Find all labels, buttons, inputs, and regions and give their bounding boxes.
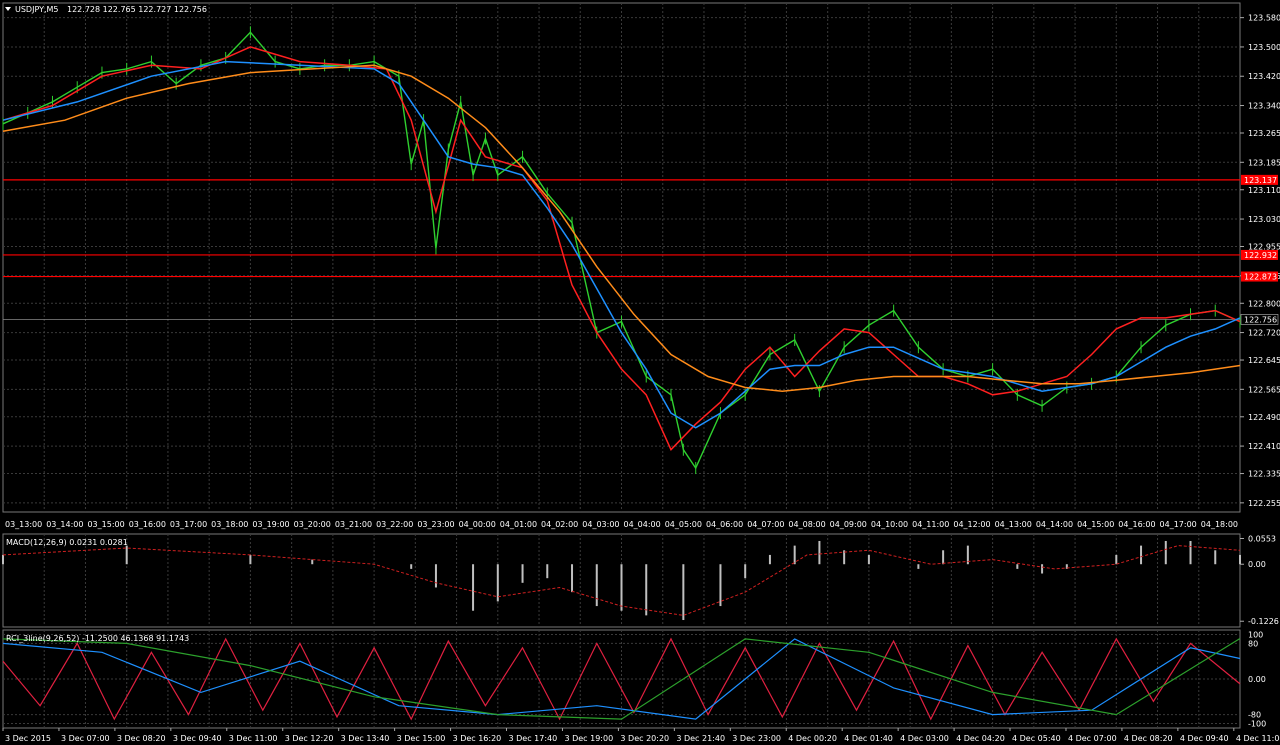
time-marker-label: 04_02:00	[541, 520, 578, 529]
time-marker-label: 04_08:00	[788, 520, 825, 529]
price-y-tick-label: 122.410	[1248, 442, 1280, 451]
price-y-tick-label: 123.500	[1248, 43, 1280, 52]
x-axis-label: 3 Dec 07:00	[61, 734, 110, 743]
price-y-tick-label: 123.110	[1248, 186, 1280, 195]
time-marker-label: 04_12:00	[953, 520, 990, 529]
x-axis-label: 4 Dec 00:20	[788, 734, 837, 743]
time-marker-label: 03_21:00	[335, 520, 372, 529]
x-axis-label: 3 Dec 13:40	[341, 734, 390, 743]
x-axis-label: 3 Dec 09:40	[173, 734, 222, 743]
time-marker-label: 04_18:00	[1201, 520, 1238, 529]
price-y-tick-label: 122.800	[1248, 299, 1280, 308]
rci-y-tick-label: 0.00	[1248, 675, 1266, 684]
macd-y-tick-label: -0.1226	[1248, 617, 1279, 626]
series-price	[2, 31, 1241, 470]
time-marker-label: 04_11:00	[912, 520, 949, 529]
time-marker-label: 04_15:00	[1077, 520, 1114, 529]
x-axis-label: 4 Dec 01:40	[844, 734, 893, 743]
price-y-tick-label: 123.030	[1248, 215, 1280, 224]
x-axis-label: 4 Dec 11:00	[1236, 734, 1280, 743]
time-marker-label: 04_04:00	[623, 520, 660, 529]
x-axis-label: 4 Dec 08:20	[1124, 734, 1173, 743]
time-marker-label: 04_13:00	[995, 520, 1032, 529]
symbol-title: USDJPY,M5	[15, 5, 59, 14]
rci-y-tick-label: -80	[1248, 711, 1261, 720]
x-axis-label: 3 Dec 2015	[5, 734, 51, 743]
current-price-label: 122.756	[1244, 315, 1277, 324]
x-axis-label: 3 Dec 12:20	[285, 734, 334, 743]
time-marker-label: 03_22:00	[376, 520, 413, 529]
x-axis-label: 3 Dec 21:40	[676, 734, 725, 743]
trading-chart[interactable]: 123.580 123.500 123.420 123.340 123.265 123.1…	[0, 0, 1280, 745]
x-axis-label: 4 Dec 09:40	[1180, 734, 1229, 743]
chevron-down-icon[interactable]	[5, 7, 11, 11]
macd-y-tick-label: 0.00	[1248, 560, 1266, 569]
price-y-tick-label: 122.335	[1248, 470, 1280, 479]
price-y-tick-label: 123.580	[1248, 14, 1280, 23]
macd-title: MACD(12,26,9) 0.0231 0.0281	[6, 538, 128, 547]
time-marker-label: 04_17:00	[1160, 520, 1197, 529]
price-y-tick-label: 123.340	[1248, 102, 1280, 111]
level-price-label: 123.137	[1244, 176, 1277, 185]
x-axis-label: 3 Dec 19:00	[564, 734, 613, 743]
time-marker-label: 03_16:00	[129, 520, 166, 529]
time-marker-label: 04_00:00	[459, 520, 496, 529]
time-marker-label: 03_17:00	[170, 520, 207, 529]
price-y-tick-label: 122.565	[1248, 385, 1280, 394]
price-y-tick-label: 123.185	[1248, 158, 1280, 167]
time-marker-label: 03_13:00	[5, 520, 42, 529]
price-y-tick-label: 123.420	[1248, 72, 1280, 81]
price-y-tick-label: 122.720	[1248, 329, 1280, 338]
time-marker-label: 04_05:00	[665, 520, 702, 529]
ohlc-readout: 122.728 122.765 122.727 122.756	[67, 5, 207, 14]
price-y-tick-label: 122.255	[1248, 499, 1280, 508]
x-axis-label: 3 Dec 20:20	[620, 734, 669, 743]
time-marker-label: 04_03:00	[582, 520, 619, 529]
time-marker-label: 04_06:00	[706, 520, 743, 529]
time-marker-label: 04_16:00	[1118, 520, 1155, 529]
level-price-label: 122.873	[1244, 273, 1277, 282]
level-price-label: 122.932	[1244, 251, 1277, 260]
macd-y-tick-label: 0.0553	[1248, 535, 1276, 544]
price-y-tick-label: 123.265	[1248, 129, 1280, 138]
x-axis-label: 3 Dec 16:20	[453, 734, 502, 743]
time-marker-label: 03_19:00	[252, 520, 289, 529]
x-axis-label: 3 Dec 17:40	[509, 734, 558, 743]
x-axis-label: 3 Dec 15:00	[397, 734, 446, 743]
time-marker-label: 03_20:00	[294, 520, 331, 529]
time-marker-label: 04_01:00	[500, 520, 537, 529]
rci-y-tick-label: -100	[1248, 720, 1266, 729]
time-marker-label: 03_18:00	[211, 520, 248, 529]
price-y-tick-label: 122.490	[1248, 413, 1280, 422]
rci-y-tick-label: 100	[1248, 630, 1263, 639]
x-axis-label: 3 Dec 08:20	[117, 734, 166, 743]
x-axis-label: 3 Dec 11:00	[229, 734, 278, 743]
x-axis-label: 4 Dec 03:00	[900, 734, 949, 743]
rci-y-tick-label: 80	[1248, 639, 1258, 648]
x-axis-label: 3 Dec 23:00	[732, 734, 781, 743]
time-marker-label: 03_14:00	[46, 520, 83, 529]
time-marker-label: 03_15:00	[87, 520, 124, 529]
time-marker-label: 03_23:00	[417, 520, 454, 529]
time-marker-label: 04_14:00	[1036, 520, 1073, 529]
time-marker-label: 04_09:00	[830, 520, 867, 529]
price-y-tick-label: 122.645	[1248, 356, 1280, 365]
time-marker-label: 04_07:00	[747, 520, 784, 529]
rci-title: RCI_3line(9,26,52) -11.2500 46.1368 91.1…	[6, 634, 189, 643]
x-axis-label: 4 Dec 07:00	[1068, 734, 1117, 743]
time-marker-label: 04_10:00	[871, 520, 908, 529]
x-axis-label: 4 Dec 04:20	[956, 734, 1005, 743]
x-axis-label: 4 Dec 05:40	[1012, 734, 1061, 743]
